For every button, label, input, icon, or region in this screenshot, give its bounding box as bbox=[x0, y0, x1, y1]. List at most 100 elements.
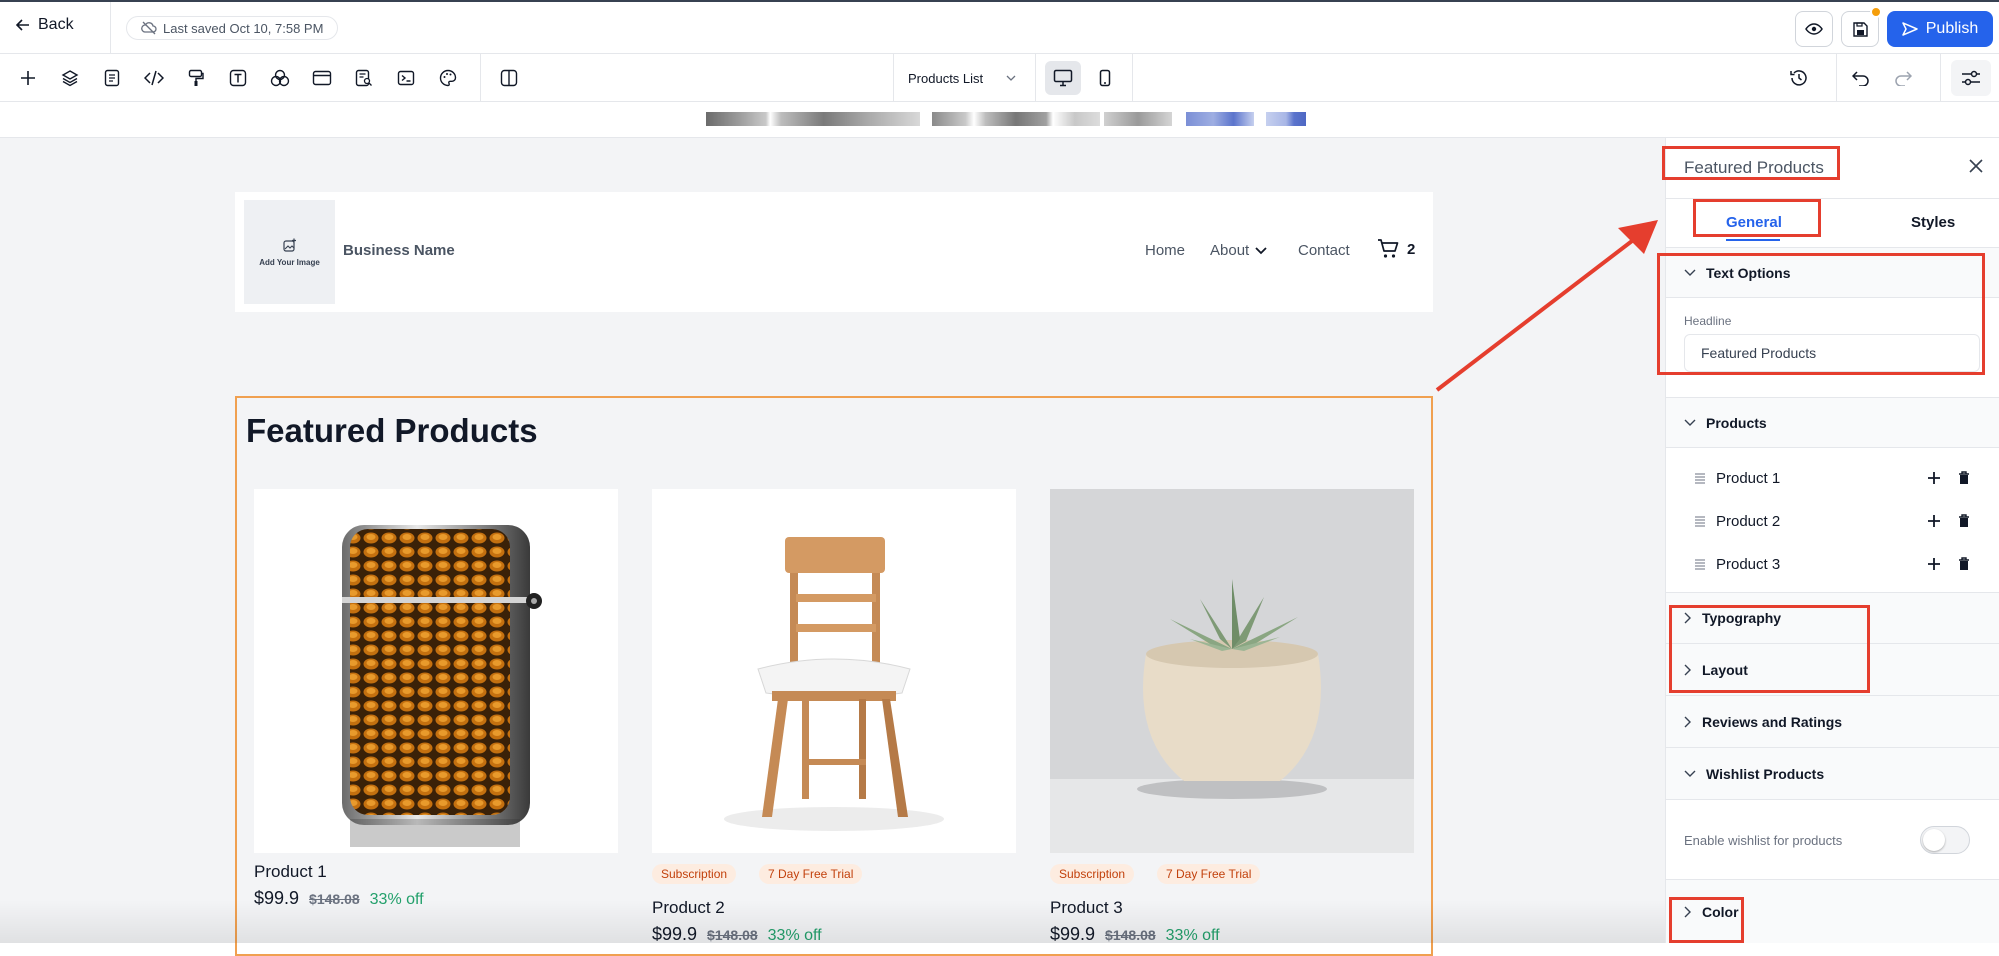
products-header[interactable]: Products bbox=[1666, 398, 1999, 448]
cart-icon bbox=[1378, 239, 1399, 258]
settings-toggle-button[interactable] bbox=[1951, 60, 1991, 96]
section-label: Products bbox=[1706, 414, 1767, 431]
add-product-button[interactable] bbox=[1924, 511, 1944, 531]
theme-button[interactable] bbox=[436, 66, 460, 90]
panel-title: Featured Products bbox=[1684, 158, 1824, 177]
arrow-left-icon bbox=[16, 19, 29, 31]
phone-icon bbox=[1099, 69, 1111, 87]
site-header[interactable]: Add Your Image Business Name Home About … bbox=[235, 192, 1433, 312]
sections-button[interactable] bbox=[310, 66, 334, 90]
cloud-off-icon bbox=[141, 21, 157, 35]
plus-icon bbox=[1928, 515, 1940, 527]
chevron-right-icon bbox=[1684, 906, 1691, 917]
product-list-item[interactable]: Product 1 bbox=[1694, 466, 1974, 490]
divider bbox=[1132, 54, 1133, 101]
pages-button[interactable] bbox=[100, 66, 124, 90]
redacted-block bbox=[1186, 112, 1254, 126]
drag-handle-icon[interactable] bbox=[1694, 515, 1706, 527]
layers-icon bbox=[61, 70, 79, 87]
mobile-view-button[interactable] bbox=[1087, 61, 1123, 95]
discount: 33% off bbox=[1165, 927, 1220, 944]
headline-input[interactable] bbox=[1684, 334, 1980, 372]
typography-header[interactable]: Typography bbox=[1666, 593, 1999, 644]
product-image[interactable] bbox=[1050, 489, 1414, 853]
close-panel-button[interactable] bbox=[1966, 156, 1986, 176]
product-item-label: Product 2 bbox=[1716, 512, 1781, 530]
nav-about[interactable]: About bbox=[1210, 242, 1267, 259]
chevron-down-icon bbox=[1684, 770, 1696, 777]
back-button[interactable]: Back bbox=[16, 16, 74, 34]
split-view-button[interactable] bbox=[497, 66, 521, 90]
nav-contact[interactable]: Contact bbox=[1298, 242, 1350, 259]
color-header[interactable]: Color bbox=[1666, 880, 1999, 943]
code-icon bbox=[144, 70, 164, 86]
redo-button[interactable] bbox=[1891, 66, 1915, 90]
add-product-button[interactable] bbox=[1924, 554, 1944, 574]
components-button[interactable] bbox=[268, 66, 292, 90]
redacted-url-bar bbox=[0, 102, 1999, 138]
text-options-header[interactable]: Text Options bbox=[1666, 248, 1999, 298]
drag-handle-icon[interactable] bbox=[1694, 472, 1706, 484]
product-name[interactable]: Product 1 bbox=[254, 862, 327, 882]
forms-button[interactable] bbox=[352, 66, 376, 90]
delete-product-button[interactable] bbox=[1954, 511, 1974, 531]
text-button[interactable] bbox=[226, 66, 250, 90]
product-price-row: $99.9 $148.08 33% off bbox=[652, 924, 822, 945]
publish-button[interactable]: Publish bbox=[1887, 11, 1993, 47]
chevron-down-icon bbox=[1006, 75, 1016, 81]
history-icon bbox=[1790, 70, 1807, 86]
plus-icon bbox=[1928, 472, 1940, 484]
history-button[interactable] bbox=[1787, 66, 1811, 90]
top-bar: Back Last saved Oct 10, 7:58 PM Publish bbox=[0, 0, 1999, 54]
section-label: Layout bbox=[1702, 661, 1748, 678]
product-name[interactable]: Product 2 bbox=[652, 898, 725, 918]
price: $99.9 bbox=[254, 888, 300, 908]
divider bbox=[1035, 54, 1036, 101]
tab-general[interactable]: General bbox=[1726, 214, 1782, 231]
terminal-icon bbox=[397, 70, 415, 86]
price: $99.9 bbox=[652, 924, 698, 944]
reviews-header[interactable]: Reviews and Ratings bbox=[1666, 696, 1999, 748]
notification-dot bbox=[1870, 6, 1882, 18]
product-item-label: Product 1 bbox=[1716, 469, 1781, 487]
styles-button[interactable] bbox=[184, 66, 208, 90]
product-price-row: $99.9 $148.08 33% off bbox=[254, 888, 424, 909]
code-button[interactable] bbox=[142, 66, 166, 90]
divider bbox=[480, 54, 481, 101]
undo-button[interactable] bbox=[1849, 66, 1873, 90]
send-icon bbox=[1902, 22, 1918, 36]
tab-styles[interactable]: Styles bbox=[1911, 214, 1955, 231]
browser-window-icon bbox=[312, 70, 332, 86]
wishlist-toggle[interactable] bbox=[1920, 826, 1970, 854]
price: $99.9 bbox=[1050, 924, 1096, 944]
preview-button[interactable] bbox=[1795, 11, 1833, 47]
scripts-button[interactable] bbox=[394, 66, 418, 90]
floppy-disk-icon bbox=[1852, 21, 1868, 37]
badge-subscription: Subscription bbox=[652, 864, 737, 884]
product-image[interactable] bbox=[652, 489, 1016, 853]
add-element-button[interactable] bbox=[16, 66, 40, 90]
trash-icon bbox=[1959, 514, 1969, 527]
delete-product-button[interactable] bbox=[1954, 554, 1974, 574]
product-image[interactable] bbox=[254, 489, 618, 853]
cart-count: 2 bbox=[1407, 240, 1416, 258]
save-status: Last saved Oct 10, 7:58 PM bbox=[126, 16, 339, 40]
drag-handle-icon[interactable] bbox=[1694, 558, 1706, 570]
delete-product-button[interactable] bbox=[1954, 468, 1974, 488]
add-product-button[interactable] bbox=[1924, 468, 1944, 488]
product-list-item[interactable]: Product 3 bbox=[1694, 552, 1974, 576]
product-name[interactable]: Product 3 bbox=[1050, 898, 1123, 918]
chevron-down-icon bbox=[1255, 246, 1267, 254]
desktop-view-button[interactable] bbox=[1045, 61, 1081, 95]
logo-placeholder[interactable]: Add Your Image bbox=[244, 200, 335, 304]
layout-header[interactable]: Layout bbox=[1666, 644, 1999, 696]
chevron-right-icon bbox=[1684, 664, 1691, 675]
form-search-icon bbox=[355, 69, 372, 87]
redacted-block bbox=[932, 112, 1100, 126]
layers-button[interactable] bbox=[58, 66, 82, 90]
nav-home[interactable]: Home bbox=[1145, 242, 1185, 259]
cart-button[interactable]: 2 bbox=[1377, 239, 1415, 259]
page-select[interactable]: Products List bbox=[894, 62, 1030, 94]
wishlist-header[interactable]: Wishlist Products bbox=[1666, 748, 1999, 800]
product-list-item[interactable]: Product 2 bbox=[1694, 509, 1974, 533]
